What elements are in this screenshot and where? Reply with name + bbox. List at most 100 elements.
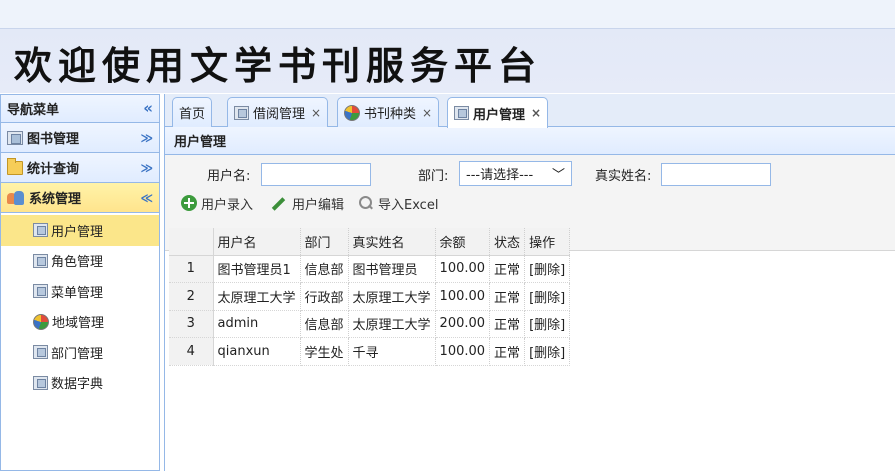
sidebar-item-label: 部门管理: [51, 346, 104, 362]
department-select[interactable]: ---请选择--- ﹀: [459, 161, 572, 186]
sidebar-item-user-management[interactable]: 用户管理: [1, 215, 159, 246]
cell-department: 信息部: [300, 255, 349, 283]
chevron-double-up-icon[interactable]: ≪: [140, 191, 153, 205]
tab-label: 首页: [179, 107, 206, 122]
edit-user-label: 用户编辑: [292, 197, 345, 213]
close-icon[interactable]: ×: [311, 106, 321, 120]
table-row[interactable]: 3 admin 信息部 太原理工大学 200.00 正常 [删除]: [169, 310, 571, 338]
sidebar-item-label: 用户管理: [51, 224, 104, 240]
pie-chart-icon: [344, 104, 360, 121]
cell-username: admin: [213, 310, 301, 338]
realname-label: 真实姓名:: [595, 169, 652, 184]
sidebar-item-region-management[interactable]: 地域管理: [1, 307, 159, 338]
row-number: 4: [169, 337, 214, 366]
nav-items: 用户管理 角色管理 菜单管理 地域管理 部门管理 数据字典: [1, 213, 159, 398]
add-user-button[interactable]: 用户录入: [181, 193, 253, 213]
tab-label: 书刊种类: [364, 107, 417, 122]
cell-status: 正常: [489, 282, 526, 311]
column-header[interactable]: 操作: [524, 228, 571, 256]
table-header-row: 用户名 部门 真实姓名 余额 状态 操作: [169, 228, 571, 256]
cell-balance: 200.00: [435, 310, 491, 338]
chevron-double-down-icon[interactable]: ≫: [140, 131, 153, 145]
row-number: 2: [169, 282, 214, 311]
tab-home[interactable]: 首页: [172, 97, 213, 127]
folder-icon: [7, 157, 23, 175]
sidebar-item-menu-management[interactable]: 菜单管理: [1, 276, 159, 307]
page-icon: [454, 106, 469, 120]
row-number-header: [169, 228, 214, 256]
username-label: 用户名:: [207, 169, 251, 184]
column-header[interactable]: 状态: [489, 228, 526, 256]
page-icon: [234, 105, 249, 120]
department-label: 部门:: [418, 169, 449, 184]
tab-bar: 首页 借阅管理 × 书刊种类 × 用户管理 ×: [165, 94, 895, 128]
add-user-label: 用户录入: [201, 197, 254, 213]
page-icon: [33, 284, 48, 299]
header-divider: [0, 28, 895, 29]
edit-user-button[interactable]: 用户编辑: [270, 193, 344, 213]
cell-realname: 图书管理员: [348, 255, 436, 283]
nav-group-stats[interactable]: 统计查询 ≫: [1, 153, 159, 183]
department-select-value: ---请选择---: [466, 168, 534, 183]
sidebar-item-data-dictionary[interactable]: 数据字典: [1, 368, 159, 399]
import-excel-label: 导入Excel: [378, 197, 439, 213]
delete-link[interactable]: [删除]: [524, 282, 571, 311]
row-number: 1: [169, 255, 214, 283]
page-icon: [33, 345, 48, 360]
tab-borrow-management[interactable]: 借阅管理 ×: [227, 97, 329, 127]
tab-book-category[interactable]: 书刊种类 ×: [337, 97, 440, 127]
column-header[interactable]: 余额: [435, 228, 491, 256]
table-row[interactable]: 2 太原理工大学 行政部 太原理工大学 100.00 正常 [删除]: [169, 282, 571, 311]
user-table: 用户名 部门 真实姓名 余额 状态 操作 1 图书管理员1 信息部 图书管理员 …: [169, 228, 571, 366]
realname-input[interactable]: [661, 163, 771, 186]
sidebar-title: 导航菜单: [7, 103, 60, 118]
sidebar-item-role-management[interactable]: 角色管理: [1, 246, 159, 277]
row-number: 3: [169, 310, 214, 338]
username-input[interactable]: [261, 163, 371, 186]
cell-department: 行政部: [300, 282, 349, 311]
main-panel: 首页 借阅管理 × 书刊种类 × 用户管理 × 用户管理 用户名: 部门: --…: [164, 94, 895, 471]
nav-group-system[interactable]: 系统管理 ≪: [1, 183, 159, 213]
column-header[interactable]: 真实姓名: [348, 228, 436, 256]
cell-department: 信息部: [300, 310, 349, 338]
header-banner: 欢迎使用文学书刊服务平台: [0, 0, 895, 93]
pie-chart-icon: [33, 313, 49, 330]
table-row[interactable]: 4 qianxun 学生处 千寻 100.00 正常 [删除]: [169, 337, 571, 366]
nav-group-label: 图书管理: [27, 132, 80, 147]
import-excel-button[interactable]: 导入Excel: [358, 193, 438, 213]
cell-realname: 太原理工大学: [348, 310, 436, 338]
cell-username: qianxun: [213, 337, 301, 366]
tab-user-management[interactable]: 用户管理 ×: [447, 97, 549, 128]
page-icon: [33, 375, 48, 390]
collapse-left-icon[interactable]: «: [143, 101, 153, 116]
column-header[interactable]: 部门: [300, 228, 349, 256]
sidebar-item-label: 数据字典: [51, 377, 104, 393]
sidebar: 导航菜单 « 图书管理 ≫ 统计查询 ≫ 系统管理 ≪ 用户管理 角色管理 菜单…: [0, 94, 160, 471]
pencil-icon: [270, 195, 288, 211]
column-header[interactable]: 用户名: [213, 228, 301, 256]
close-icon[interactable]: ×: [422, 106, 432, 120]
cell-balance: 100.00: [435, 337, 491, 366]
cell-status: 正常: [489, 255, 526, 283]
search-icon: [358, 195, 374, 211]
nav-group-label: 统计查询: [27, 162, 80, 177]
nav-group-label: 系统管理: [29, 192, 82, 207]
cell-username: 图书管理员1: [213, 255, 301, 283]
cell-department: 学生处: [300, 337, 349, 366]
site-title: 欢迎使用文学书刊服务平台: [14, 43, 543, 88]
book-icon: [7, 130, 23, 145]
cell-username: 太原理工大学: [213, 282, 301, 311]
tab-label: 借阅管理: [253, 107, 306, 122]
nav-group-books[interactable]: 图书管理 ≫: [1, 123, 159, 153]
sidebar-header: 导航菜单 «: [1, 95, 159, 123]
chevron-double-down-icon[interactable]: ≫: [140, 161, 153, 175]
close-icon[interactable]: ×: [531, 106, 541, 120]
table-row[interactable]: 1 图书管理员1 信息部 图书管理员 100.00 正常 [删除]: [169, 255, 571, 283]
tab-label: 用户管理: [473, 107, 526, 123]
delete-link[interactable]: [删除]: [524, 255, 571, 283]
delete-link[interactable]: [删除]: [524, 310, 571, 338]
cell-realname: 千寻: [348, 337, 436, 366]
delete-link[interactable]: [删除]: [524, 337, 571, 366]
sidebar-item-department-management[interactable]: 部门管理: [1, 337, 159, 368]
page-icon: [33, 223, 48, 238]
